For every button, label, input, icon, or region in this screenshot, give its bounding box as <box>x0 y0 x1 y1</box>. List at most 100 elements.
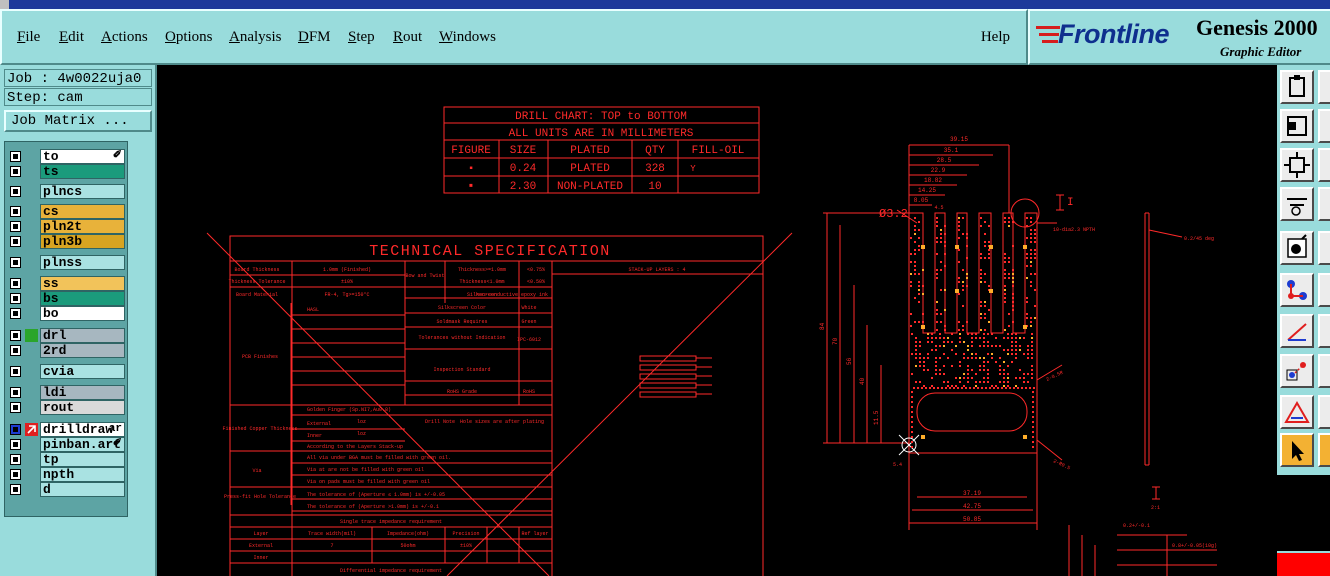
layer-row-ldi[interactable]: ldi <box>8 385 126 400</box>
gear-icon[interactable] <box>1280 231 1314 265</box>
layer-row-rout[interactable]: rout <box>8 400 126 415</box>
menu-actions[interactable]: Actions <box>101 29 148 46</box>
toolbar-overflow[interactable] <box>1318 314 1330 348</box>
layer-checkbox[interactable] <box>10 454 21 465</box>
layer-row-to[interactable]: to ✐ <box>8 149 126 164</box>
drill-hit <box>963 373 965 375</box>
layer-name[interactable]: rout <box>40 400 125 415</box>
layer-checkbox[interactable] <box>10 424 21 435</box>
layer-name[interactable]: 2rd <box>40 343 125 358</box>
layer-name[interactable]: ldi <box>40 385 125 400</box>
pointer-icon[interactable] <box>1280 433 1314 467</box>
toolbar-overflow[interactable] <box>1318 354 1330 388</box>
layer-checkbox[interactable] <box>10 484 21 495</box>
layer-name[interactable]: drilldraw ar <box>40 422 125 437</box>
layer-name[interactable]: d <box>40 482 125 497</box>
layer-checkbox[interactable] <box>10 151 21 162</box>
layer-name[interactable]: to ✐ <box>40 149 125 164</box>
toolbar-overflow[interactable] <box>1318 109 1330 143</box>
window-menu-icon[interactable] <box>0 0 9 9</box>
layer-row-drl[interactable]: drl <box>8 328 126 343</box>
layer-name[interactable]: pln2t <box>40 219 125 234</box>
graphic-canvas[interactable]: DRILL CHART: TOP to BOTTOM ALL UNITS ARE… <box>157 65 1277 576</box>
layer-row-2rd[interactable]: 2rd <box>8 343 126 358</box>
fit-view-icon[interactable] <box>1280 148 1314 182</box>
layer-name[interactable]: npth <box>40 467 125 482</box>
layer-name[interactable]: tp <box>40 452 125 467</box>
layer-row-tp[interactable]: tp <box>8 452 126 467</box>
layer-name[interactable]: plnss <box>40 255 125 270</box>
layer-checkbox[interactable] <box>10 206 21 217</box>
layer-name[interactable]: plncs <box>40 184 125 199</box>
layer-name[interactable]: drl <box>40 328 125 343</box>
layer-checkbox[interactable] <box>10 402 21 413</box>
layer-checkbox[interactable] <box>10 221 21 232</box>
layer-name[interactable]: cs <box>40 204 125 219</box>
toolbar-overflow[interactable] <box>1318 148 1330 182</box>
layer-checkbox[interactable] <box>10 387 21 398</box>
layer-row-ts[interactable]: ts <box>8 164 126 179</box>
toolbar-overflow[interactable] <box>1318 395 1330 429</box>
layer-checkbox[interactable] <box>10 236 21 247</box>
layer-checkbox[interactable] <box>10 257 21 268</box>
layer-checkbox[interactable] <box>10 439 21 450</box>
layer-row-bo[interactable]: bo <box>8 306 126 321</box>
layer-name[interactable]: bo <box>40 306 125 321</box>
layer-row-bs[interactable]: bs <box>8 291 126 306</box>
toolbar-overflow[interactable] <box>1318 273 1330 307</box>
layer-name[interactable]: ss <box>40 276 125 291</box>
layer-checkbox[interactable] <box>10 278 21 289</box>
menu-options[interactable]: Options <box>165 29 213 46</box>
layer-checkbox[interactable] <box>10 366 21 377</box>
menu-step[interactable]: Step <box>348 29 375 46</box>
layer-name[interactable]: ts <box>40 164 125 179</box>
layer-checkbox[interactable] <box>10 293 21 304</box>
wrench-tool-icon[interactable] <box>1280 187 1314 221</box>
layer-row-cvia[interactable]: cvia <box>8 364 126 379</box>
open-view-icon[interactable] <box>1280 109 1314 143</box>
menu-dfm[interactable]: DFM <box>298 29 331 46</box>
layer-row-plnss[interactable]: plnss <box>8 255 126 270</box>
connect-nodes-icon[interactable] <box>1280 273 1314 307</box>
measure-icon[interactable] <box>1280 314 1314 348</box>
drill-hit <box>966 277 968 279</box>
toolbar-overflow[interactable] <box>1318 231 1330 265</box>
paste-icon[interactable] <box>1280 70 1314 104</box>
layer-row-plncs[interactable]: plncs <box>8 184 126 199</box>
layer-checkbox[interactable] <box>10 469 21 480</box>
layer-checkbox[interactable] <box>10 186 21 197</box>
layer-checkbox[interactable] <box>10 166 21 177</box>
drill-hit <box>935 361 937 363</box>
layer-row-drilldraw[interactable]: drilldraw ar <box>8 422 126 437</box>
drill-hit <box>983 333 985 335</box>
snap-icon[interactable] <box>1280 354 1314 388</box>
drill-hit <box>989 289 993 293</box>
layer-checkbox[interactable] <box>10 330 21 341</box>
layer-checkbox[interactable] <box>10 308 21 319</box>
layer-checkbox[interactable] <box>10 345 21 356</box>
layer-name[interactable]: cvia <box>40 364 125 379</box>
toolbar-overflow[interactable] <box>1318 70 1330 104</box>
layer-row-ss[interactable]: ss <box>8 276 126 291</box>
drill-hit <box>1032 421 1034 423</box>
menu-help[interactable]: Help <box>981 29 1010 46</box>
layer-name[interactable]: pln3b <box>40 234 125 249</box>
menu-windows[interactable]: Windows <box>439 29 496 46</box>
drc-icon[interactable] <box>1280 395 1314 429</box>
layer-name[interactable]: bs <box>40 291 125 306</box>
layer-row-cs[interactable]: cs <box>8 204 126 219</box>
menu-rout[interactable]: Rout <box>393 29 422 46</box>
layer-row-d[interactable]: d <box>8 482 126 497</box>
toolbar-overflow[interactable] <box>1318 433 1330 467</box>
layer-row-pln2t[interactable]: pln2t <box>8 219 126 234</box>
toolbar-overflow[interactable] <box>1318 187 1330 221</box>
menu-analysis[interactable]: Analysis <box>229 29 282 46</box>
layer-name[interactable]: pinban.art ✐ <box>40 437 125 452</box>
job-matrix-button[interactable]: Job Matrix ... <box>4 110 152 132</box>
menu-file[interactable]: File <box>17 29 40 46</box>
layer-row-pln3b[interactable]: pln3b <box>8 234 126 249</box>
layer-row-npth[interactable]: npth <box>8 467 126 482</box>
drill-hit <box>939 333 941 335</box>
layer-row-pinban-art[interactable]: pinban.art ✐ <box>8 437 126 452</box>
menu-edit[interactable]: Edit <box>59 29 84 46</box>
